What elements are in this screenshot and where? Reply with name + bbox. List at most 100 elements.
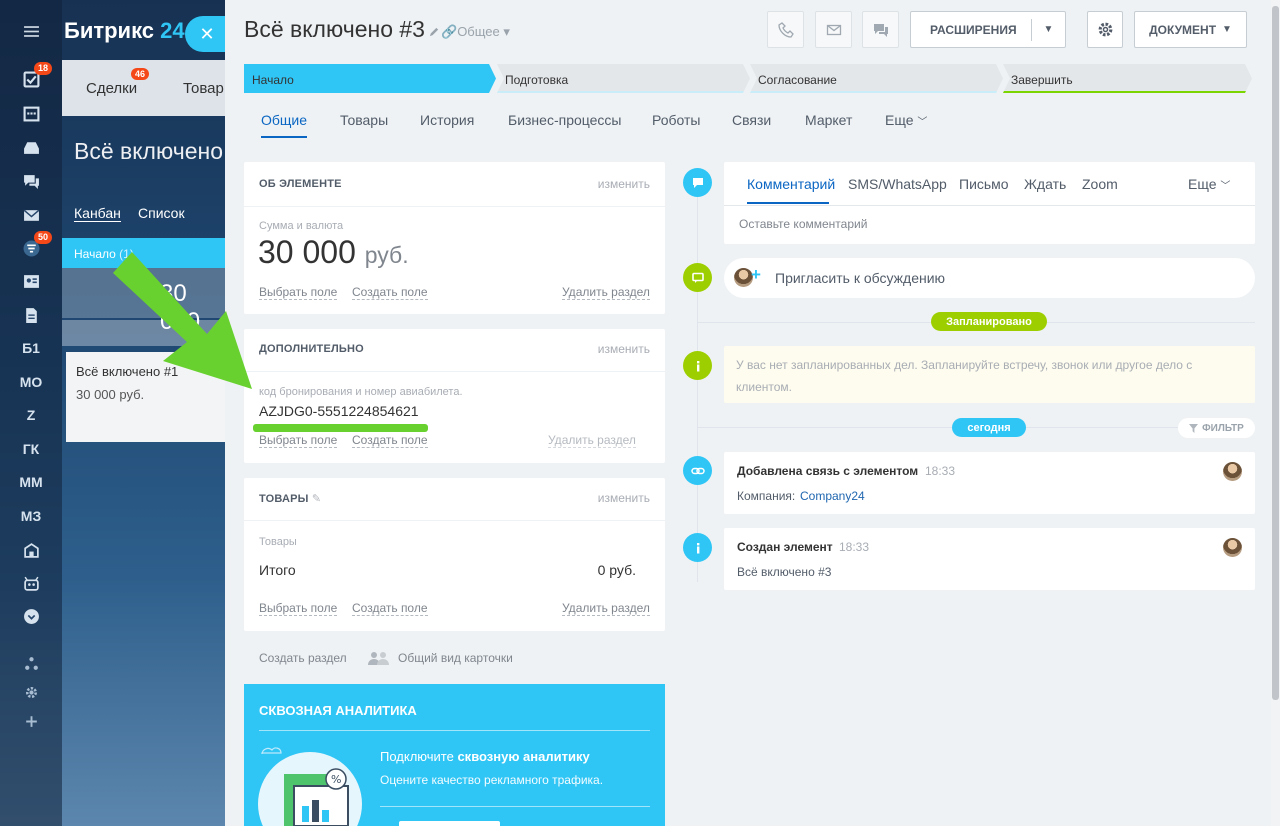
- tab-products[interactable]: Товары: [340, 112, 388, 128]
- calendar-icon[interactable]: [0, 100, 62, 126]
- delete-section-link[interactable]: Удалить раздел: [562, 286, 650, 300]
- bg-deal-card[interactable]: Всё включено #1 30 000 руб.: [66, 352, 225, 442]
- avatar[interactable]: [1223, 462, 1242, 481]
- bg-tab-products[interactable]: Товар: [183, 80, 224, 97]
- menu-icon[interactable]: [0, 18, 62, 44]
- comment-input[interactable]: Оставьте комментарий: [739, 217, 867, 231]
- stage-finish[interactable]: Завершить: [1003, 64, 1252, 93]
- analytics-connect-button[interactable]: [399, 821, 500, 826]
- analytics-text: Подключите сквозную аналитику: [380, 749, 590, 764]
- delete-section-link[interactable]: Удалить раздел: [562, 602, 650, 616]
- email-button[interactable]: [815, 11, 852, 48]
- rail-letter-mz[interactable]: МЗ: [0, 503, 62, 529]
- document-icon[interactable]: [0, 302, 62, 328]
- tl-tab-wait[interactable]: Ждать: [1024, 176, 1066, 192]
- rail-letter-mo[interactable]: МО: [0, 369, 62, 395]
- bg-tab-kanban[interactable]: Канбан: [74, 205, 121, 222]
- chat-bubble-icon: [691, 272, 704, 283]
- plus-icon: +: [751, 265, 761, 284]
- contact-center-icon[interactable]: [0, 268, 62, 294]
- crm-icon[interactable]: 50: [0, 231, 62, 261]
- rail-letter-b1[interactable]: Б1: [0, 335, 62, 361]
- robot-icon[interactable]: [0, 570, 62, 596]
- messenger-button[interactable]: [862, 11, 899, 48]
- planned-pill: Запланировано: [931, 312, 1047, 331]
- booking-code-value[interactable]: AZJDG0-5551224854621: [259, 403, 419, 419]
- envelope-icon: [826, 24, 841, 35]
- rail-letter-mm[interactable]: ММ: [0, 469, 62, 495]
- sum-value[interactable]: 30 000 руб.: [258, 234, 409, 271]
- document-button[interactable]: ДОКУМЕНТ ▼: [1134, 11, 1247, 48]
- bg-page-title: Всё включено: [74, 138, 223, 164]
- structure-icon[interactable]: [0, 650, 62, 676]
- delete-section-link[interactable]: Удалить раздел: [548, 434, 636, 448]
- products-edit-link[interactable]: изменить: [598, 491, 650, 505]
- extensions-button[interactable]: РАСШИРЕНИЯ ▼: [910, 11, 1066, 48]
- about-edit-link[interactable]: изменить: [598, 177, 650, 191]
- company-icon[interactable]: [0, 537, 62, 563]
- category-selector[interactable]: 🔗Общее ▾: [441, 24, 510, 40]
- bg-tab-deals[interactable]: Сделки: [86, 80, 137, 97]
- select-field-link[interactable]: Выбрать поле: [259, 602, 338, 616]
- left-rail: 18 50 Б1 МО Z ГК ММ МЗ: [0, 0, 62, 826]
- deal-slider-panel: Всё включено #3 🔗Общее ▾ РАСШИРЕНИЯ ▼ ДО…: [225, 0, 1280, 826]
- stage-approval[interactable]: Согласование: [750, 64, 1003, 93]
- gear-icon[interactable]: [0, 679, 62, 705]
- close-slider-button[interactable]: ✕: [185, 16, 229, 52]
- bitrix-logo[interactable]: Битрикс 24: [64, 18, 185, 44]
- phone-button[interactable]: [767, 11, 804, 48]
- card-view-link[interactable]: Общий вид карточки: [367, 650, 513, 666]
- tl-tab-comment[interactable]: Комментарий: [747, 176, 835, 192]
- drive-icon[interactable]: [0, 134, 62, 160]
- crm-badge: 50: [34, 231, 53, 244]
- scrollbar[interactable]: [1271, 0, 1280, 826]
- tab-more[interactable]: Еще ﹀: [885, 112, 927, 128]
- invite-panel[interactable]: + Пригласить к обсуждению: [724, 258, 1255, 298]
- create-field-link[interactable]: Создать поле: [352, 602, 428, 616]
- event-title: Добавлена связь с элементом: [737, 464, 919, 478]
- rail-letter-gk[interactable]: ГК: [0, 436, 62, 462]
- select-field-link[interactable]: Выбрать поле: [259, 434, 338, 448]
- bg-tab-list[interactable]: Список: [138, 205, 185, 221]
- bg-stage-add[interactable]: [62, 320, 225, 346]
- rail-letter-z[interactable]: Z: [0, 402, 62, 428]
- link-dot: [683, 456, 712, 485]
- analytics-banner[interactable]: СКВОЗНАЯ АНАЛИТИКА % Подключите сквозную…: [244, 684, 665, 826]
- stage-start[interactable]: Начало: [244, 64, 496, 93]
- mail-icon[interactable]: [0, 202, 62, 228]
- avatar[interactable]: [1223, 538, 1242, 557]
- create-field-link[interactable]: Создать поле: [352, 434, 428, 448]
- tab-general[interactable]: Общие: [261, 112, 307, 128]
- filter-button[interactable]: ФИЛЬТР: [1178, 418, 1255, 438]
- tab-robots[interactable]: Роботы: [652, 112, 700, 128]
- tab-history[interactable]: История: [420, 112, 474, 128]
- event-title: Создан элемент: [737, 540, 833, 554]
- create-section-link[interactable]: Создать раздел: [259, 651, 347, 665]
- scrollbar-thumb[interactable]: [1272, 6, 1279, 700]
- select-field-link[interactable]: Выбрать поле: [259, 286, 338, 300]
- event-link-added: Добавлена связь с элементом 18:33 Компан…: [724, 452, 1255, 514]
- chevron-down-icon[interactable]: ▼: [1032, 24, 1065, 35]
- chevron-down-icon[interactable]: [0, 603, 62, 629]
- tl-tab-zoom[interactable]: Zoom: [1082, 176, 1118, 192]
- tl-tab-more[interactable]: Еще ﹀: [1188, 176, 1230, 192]
- tasks-icon[interactable]: 18: [0, 62, 62, 92]
- tasks-badge: 18: [34, 62, 53, 75]
- plus-icon[interactable]: [0, 708, 62, 734]
- products-label: Товары: [259, 536, 297, 548]
- planned-empty-text: У вас нет запланированных дел. Запланиру…: [736, 358, 1193, 394]
- tab-market[interactable]: Маркет: [805, 112, 852, 128]
- page-title: Всё включено #3: [244, 16, 425, 42]
- settings-button[interactable]: [1087, 11, 1123, 48]
- tl-tab-email[interactable]: Письмо: [959, 176, 1009, 192]
- create-field-link[interactable]: Создать поле: [352, 286, 428, 300]
- company-link[interactable]: Company24: [800, 489, 865, 503]
- tab-links[interactable]: Связи: [732, 112, 771, 128]
- stage-preparation[interactable]: Подготовка: [497, 64, 750, 93]
- tab-business-processes[interactable]: Бизнес-процессы: [508, 112, 621, 128]
- extra-edit-link[interactable]: изменить: [598, 342, 650, 356]
- pencil-icon[interactable]: ✎: [312, 493, 321, 505]
- tl-tab-sms[interactable]: SMS/WhatsApp: [848, 176, 947, 192]
- chat-icon[interactable]: [0, 168, 62, 194]
- pencil-icon[interactable]: [429, 26, 440, 37]
